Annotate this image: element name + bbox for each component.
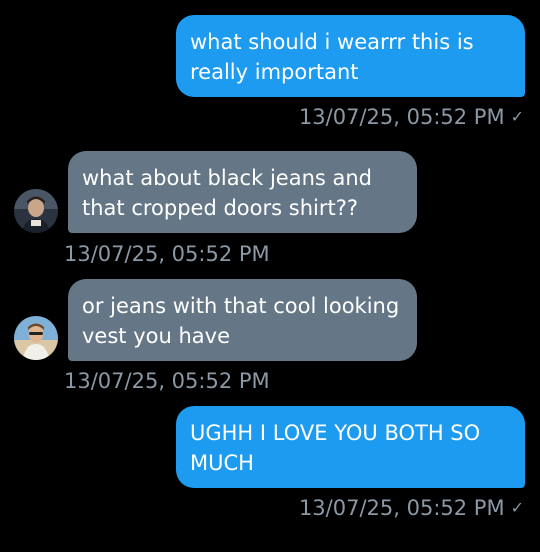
checkmark-icon: ✓	[510, 107, 524, 126]
checkmark-icon: ✓	[510, 498, 524, 517]
message-timestamp: 13/07/25, 05:52 PM	[64, 241, 270, 267]
message-timestamp: 13/07/25, 05:52 PM	[64, 368, 270, 394]
message-text: UGHH I LOVE YOU BOTH SO MUCH	[190, 421, 481, 475]
timestamp-text: 13/07/25, 05:52 PM	[298, 496, 505, 520]
message-text: what about black jeans and that cropped …	[82, 166, 373, 220]
message-timestamp: 13/07/25, 05:52 PM ✓	[299, 495, 524, 521]
avatar-image	[14, 316, 58, 360]
timestamp-text: 13/07/25, 05:52 PM	[64, 369, 270, 393]
message-timestamp: 13/07/25, 05:52 PM ✓	[299, 104, 524, 130]
message-bubble-received[interactable]: or jeans with that cool looking vest you…	[68, 279, 417, 361]
timestamp-text: 13/07/25, 05:52 PM	[64, 242, 270, 266]
avatar-user-1[interactable]	[14, 189, 58, 233]
message-text: what should i wearrr this is really impo…	[190, 30, 474, 84]
message-bubble-received[interactable]: what about black jeans and that cropped …	[68, 151, 417, 233]
timestamp-text: 13/07/25, 05:52 PM	[298, 105, 505, 129]
message-bubble-sent[interactable]: UGHH I LOVE YOU BOTH SO MUCH	[176, 406, 525, 488]
message-text: or jeans with that cool looking vest you…	[82, 294, 400, 348]
avatar-image	[14, 189, 58, 233]
avatar-user-2[interactable]	[14, 316, 58, 360]
message-bubble-sent[interactable]: what should i wearrr this is really impo…	[176, 15, 525, 97]
